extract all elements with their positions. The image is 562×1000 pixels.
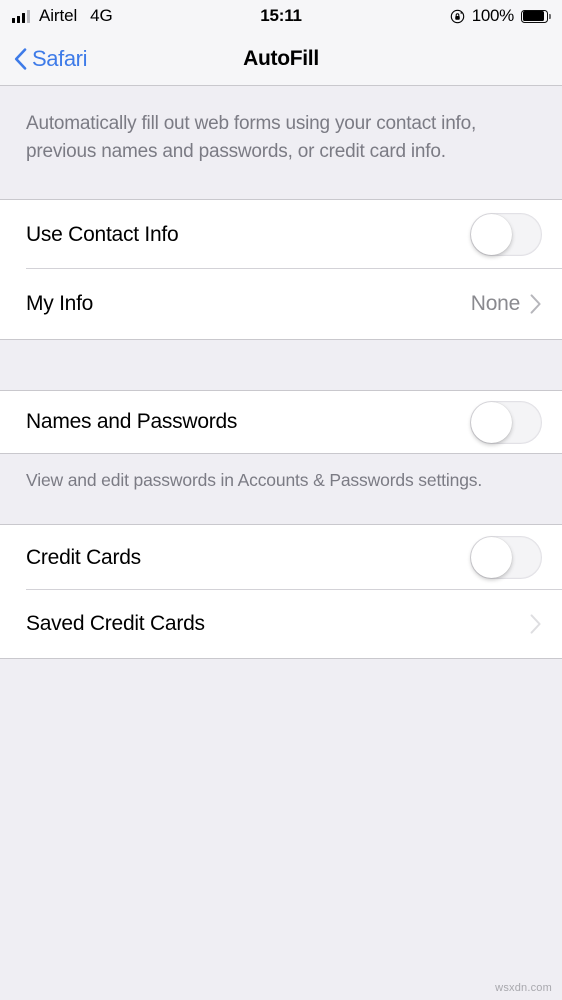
row-credit-cards[interactable]: Credit Cards (0, 525, 562, 590)
status-bar-left: Airtel 4G (12, 6, 113, 26)
row-accessory (470, 213, 542, 256)
row-label-saved-credit-cards: Saved Credit Cards (26, 612, 205, 635)
toggle-use-contact-info[interactable] (470, 213, 542, 256)
watermark-label: wsxdn.com (495, 982, 552, 994)
back-button-label: Safari (32, 45, 88, 71)
row-use-contact-info[interactable]: Use Contact Info (0, 200, 562, 269)
row-accessory (470, 400, 542, 444)
settings-group-contact-info: Use Contact Info My Info None (0, 199, 562, 340)
navigation-bar: Safari AutoFill (0, 32, 562, 86)
row-label-my-info: My Info (26, 292, 94, 315)
footer-text-names-passwords: View and edit passwords in Accounts & Pa… (26, 470, 483, 490)
settings-autofill-screen: Airtel 4G 15:11 100% Safari AutoFill Aut… (0, 0, 562, 1000)
toggle-knob (471, 214, 512, 255)
row-accessory (470, 536, 542, 579)
row-label-use-contact-info: Use Contact Info (26, 222, 179, 246)
row-accessory: None (471, 292, 542, 316)
row-saved-credit-cards[interactable]: Saved Credit Cards (0, 590, 562, 658)
row-accessory (530, 614, 542, 634)
empty-area (0, 659, 562, 977)
header-description-block: Automatically fill out web forms using y… (0, 86, 562, 199)
toggle-names-and-passwords[interactable] (470, 400, 542, 444)
carrier-label: Airtel (39, 6, 78, 25)
battery-full-icon (521, 9, 551, 23)
status-bar-right: 100% (450, 6, 551, 26)
toggle-knob (471, 401, 512, 443)
header-description-text: Automatically fill out web forms using y… (26, 113, 477, 162)
battery-percent-label: 100% (471, 6, 515, 25)
chevron-left-icon (14, 47, 27, 70)
group-spacer-1 (0, 340, 562, 390)
rotation-lock-icon (450, 9, 465, 24)
settings-group-credit-cards: Credit Cards Saved Credit Cards (0, 524, 562, 659)
row-label-credit-cards: Credit Cards (26, 545, 141, 569)
back-button[interactable]: Safari (0, 46, 87, 72)
toggle-credit-cards[interactable] (470, 536, 542, 579)
network-type-label: 4G (90, 6, 113, 25)
chevron-right-icon (530, 294, 542, 314)
toggle-knob (471, 537, 512, 578)
row-my-info[interactable]: My Info None (0, 269, 562, 339)
row-value-my-info: None (470, 292, 520, 315)
status-bar: Airtel 4G 15:11 100% (0, 0, 562, 32)
signal-bars-icon (12, 9, 30, 23)
row-label-names-and-passwords: Names and Passwords (26, 410, 238, 433)
chevron-right-icon (530, 614, 542, 634)
row-names-and-passwords[interactable]: Names and Passwords (0, 391, 562, 453)
group-footer-names-passwords: View and edit passwords in Accounts & Pa… (0, 454, 562, 524)
settings-group-names-passwords: Names and Passwords (0, 390, 562, 454)
